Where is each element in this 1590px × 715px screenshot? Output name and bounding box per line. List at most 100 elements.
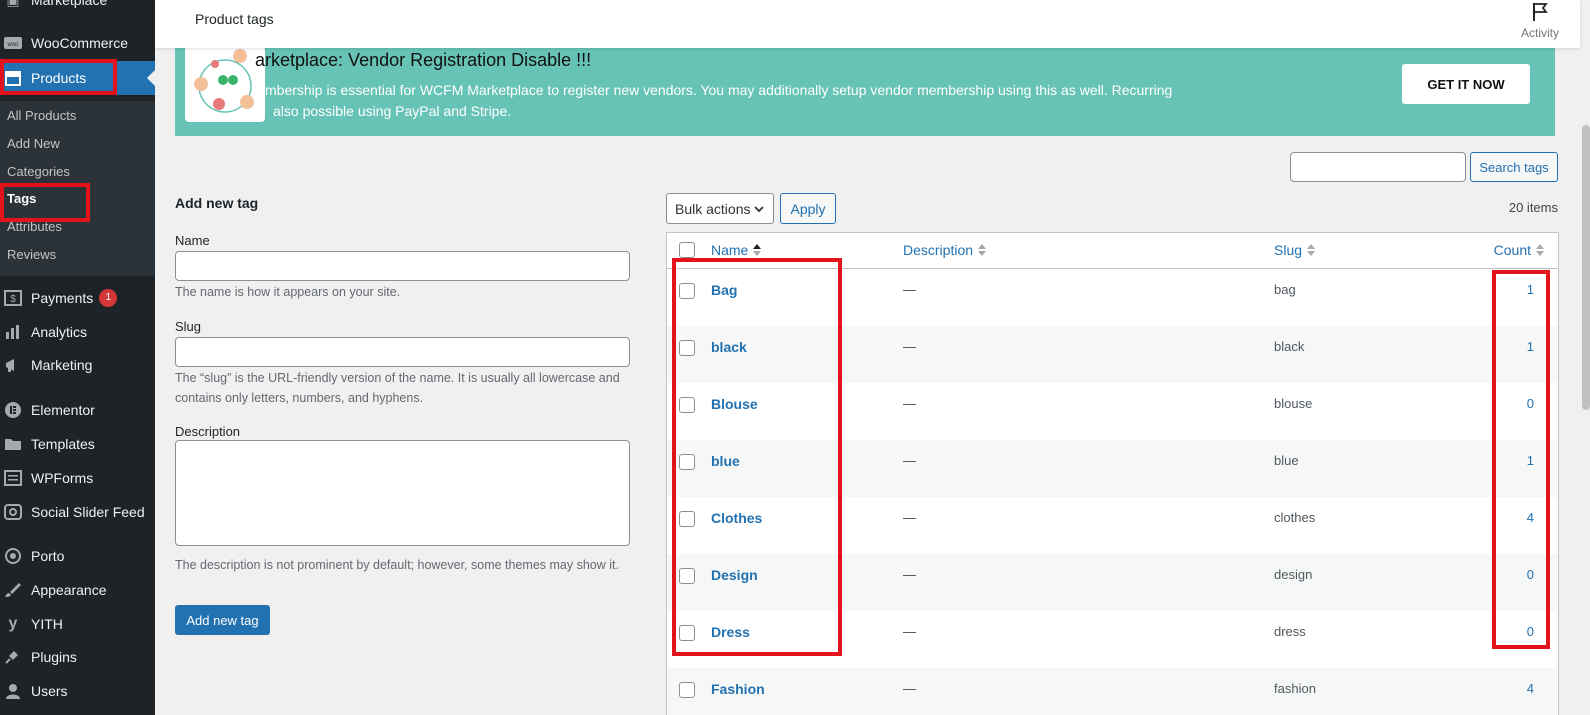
tag-name-link[interactable]: Bag <box>711 282 737 298</box>
tag-slug: clothes <box>1274 510 1316 525</box>
items-count: 20 items <box>1508 200 1558 215</box>
tag-count-link[interactable]: 4 <box>1527 510 1534 525</box>
sort-icon <box>1307 244 1316 256</box>
tag-name-link[interactable]: Blouse <box>711 396 758 412</box>
tag-name-link[interactable]: Clothes <box>711 510 762 526</box>
row-checkbox[interactable] <box>679 625 695 641</box>
column-header-count[interactable]: Count <box>1494 242 1544 258</box>
table-row: Blouse — blouse 0 <box>667 383 1558 440</box>
sidebar-item-label: WooCommerce <box>31 35 128 51</box>
bulk-actions-select[interactable]: Bulk actions <box>666 193 774 224</box>
tag-count-link[interactable]: 1 <box>1527 453 1534 468</box>
sidebar-item-label: Marketing <box>31 357 93 373</box>
sidebar-item-label: Marketplace <box>31 0 108 8</box>
sidebar-item-social-slider-feed[interactable]: Social Slider Feed <box>0 495 155 529</box>
banner-line-1: mbership is essential for WCFM Marketpla… <box>265 82 1173 98</box>
description-label: Description <box>175 424 241 439</box>
sort-icon <box>1536 244 1544 256</box>
apply-button[interactable]: Apply <box>780 193 836 224</box>
row-checkbox[interactable] <box>679 682 695 698</box>
submenu-attributes[interactable]: Attributes <box>7 219 62 234</box>
submenu-add-new[interactable]: Add New <box>7 136 60 151</box>
row-checkbox[interactable] <box>679 454 695 470</box>
tag-description: — <box>903 339 916 354</box>
tag-count-link[interactable]: 0 <box>1527 396 1534 411</box>
forms-icon <box>3 468 23 488</box>
select-all-checkbox[interactable] <box>679 242 695 258</box>
tag-name-link[interactable]: Design <box>711 567 758 583</box>
slug-help-text: The “slug” is the URL-friendly version o… <box>175 371 620 405</box>
slug-label: Slug <box>175 319 202 334</box>
sidebar-item-label: Templates <box>31 436 95 452</box>
add-new-tag-button[interactable]: Add new tag <box>175 605 270 635</box>
search-tags-input[interactable] <box>1290 152 1466 182</box>
activity-label: Activity <box>1520 26 1559 40</box>
tag-count-link[interactable]: 0 <box>1527 567 1534 582</box>
sidebar-item-analytics[interactable]: Analytics <box>0 315 155 349</box>
submenu-reviews[interactable]: Reviews <box>7 247 56 262</box>
column-header-name[interactable]: Name <box>711 242 762 258</box>
instagram-icon <box>3 502 23 522</box>
tag-count-link[interactable]: 1 <box>1527 339 1534 354</box>
row-checkbox[interactable] <box>679 397 695 413</box>
row-checkbox[interactable] <box>679 568 695 584</box>
table-row: Fashion — fashion 4 <box>667 668 1558 715</box>
row-checkbox[interactable] <box>679 511 695 527</box>
folder-icon <box>3 434 23 454</box>
tag-count-link[interactable]: 1 <box>1527 282 1534 297</box>
scrollbar-thumb[interactable] <box>1582 125 1590 410</box>
column-header-label: Name <box>711 242 749 258</box>
sidebar-item-woocommerce[interactable]: woo WooCommerce <box>0 26 155 60</box>
submenu-tags[interactable]: Tags <box>7 191 36 206</box>
sidebar-item-products[interactable]: Products <box>0 61 155 95</box>
submenu-categories[interactable]: Categories <box>7 164 70 179</box>
submenu-all-products[interactable]: All Products <box>7 108 76 123</box>
sidebar-item-plugins[interactable]: Plugins <box>0 640 155 674</box>
row-checkbox[interactable] <box>679 340 695 356</box>
sort-icon <box>978 244 987 256</box>
tag-slug: design <box>1274 567 1313 582</box>
sidebar-item-wpforms[interactable]: WPForms <box>0 461 155 495</box>
tag-name-link[interactable]: Dress <box>711 624 750 640</box>
tag-name-link[interactable]: Fashion <box>711 681 765 697</box>
search-tags-button[interactable]: Search tags <box>1470 152 1558 182</box>
sidebar-item-appearance[interactable]: Appearance <box>0 573 155 607</box>
row-checkbox[interactable] <box>679 283 695 299</box>
sidebar-item-payments[interactable]: $ Payments 1 <box>0 281 155 315</box>
page-scrollbar[interactable] <box>1580 0 1590 715</box>
svg-text:$: $ <box>10 294 16 305</box>
sidebar-item-label: Products <box>31 70 87 86</box>
sidebar-item-porto[interactable]: Porto <box>0 539 155 573</box>
sidebar-item-marketing[interactable]: Marketing <box>0 348 155 382</box>
sidebar-item-marketplace[interactable]: ▣ Marketplace <box>0 0 155 12</box>
sidebar-item-users[interactable]: Users <box>0 674 155 708</box>
banner-headline: arketplace: Vendor Registration Disable … <box>255 50 592 70</box>
activity-button[interactable]: Activity <box>1515 0 1565 40</box>
current-menu-arrow <box>147 70 155 86</box>
add-new-tag-heading: Add new tag <box>175 195 259 211</box>
elementor-icon <box>3 400 23 420</box>
name-label: Name <box>175 233 210 248</box>
column-header-label: Description <box>903 242 974 258</box>
column-header-slug[interactable]: Slug <box>1274 242 1316 258</box>
dollar-icon: $ <box>3 288 23 308</box>
tags-table: Name Description Slug Count Bag — bag 1 … <box>666 232 1559 715</box>
sidebar-item-label: Elementor <box>31 402 95 418</box>
sidebar-item-elementor[interactable]: Elementor <box>0 393 155 427</box>
tag-description-textarea[interactable] <box>175 440 630 546</box>
sidebar-item-templates[interactable]: Templates <box>0 427 155 461</box>
woo-icon: woo <box>3 33 23 53</box>
tag-name-link[interactable]: black <box>711 339 747 355</box>
get-it-now-button[interactable]: GET IT NOW <box>1402 64 1530 104</box>
tag-count-link[interactable]: 4 <box>1527 681 1534 696</box>
tag-slug-input[interactable] <box>175 337 630 367</box>
sidebar-item-yith[interactable]: y YITH <box>0 607 155 641</box>
products-submenu: All Products Add New Categories Tags Att… <box>0 101 155 276</box>
column-header-label: Count <box>1493 242 1531 258</box>
brush-icon <box>3 580 23 600</box>
column-header-description[interactable]: Description <box>903 242 987 258</box>
tag-count-link[interactable]: 0 <box>1527 624 1534 639</box>
tag-name-link[interactable]: blue <box>711 453 740 469</box>
megaphone-icon <box>3 355 23 375</box>
tag-name-input[interactable] <box>175 251 630 281</box>
